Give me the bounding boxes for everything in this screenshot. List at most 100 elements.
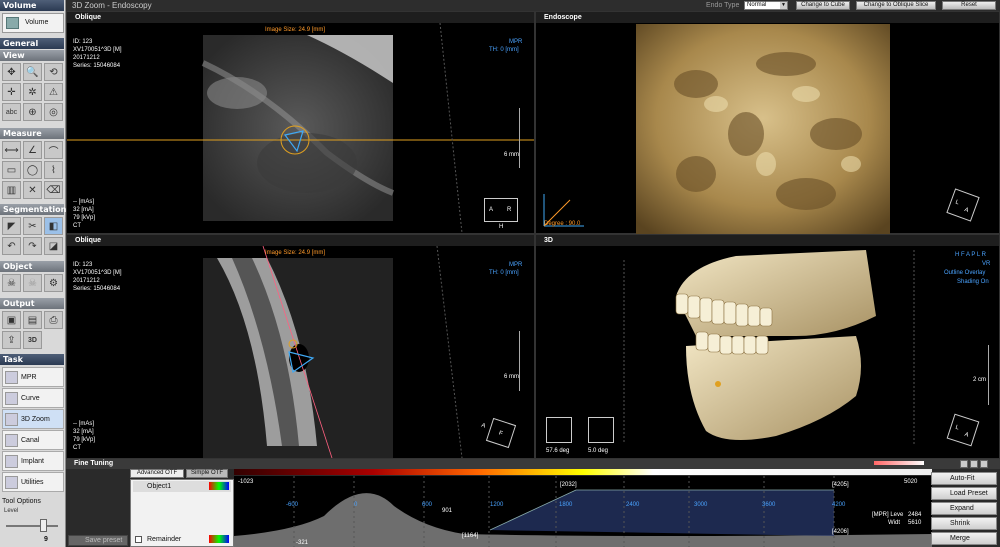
task-utilities[interactable]: Utilities (2, 472, 64, 492)
profile-icon[interactable]: ⌇ (44, 161, 63, 179)
object1-row[interactable]: Object1 (133, 481, 231, 492)
level-value: 9 (44, 536, 48, 543)
warning-icon[interactable]: ⚠ (44, 83, 63, 101)
mpr-level-label: [MPR] Leve (872, 512, 904, 518)
endo-type-select[interactable]: Normal ▼ (744, 1, 788, 10)
volume-section-header[interactable]: Volume (0, 0, 64, 11)
skull-hidden-icon[interactable]: ☠ (23, 274, 42, 292)
level-slider-handle[interactable] (40, 519, 47, 532)
save-image-icon[interactable]: ▤ (23, 311, 42, 329)
remainder-checkbox[interactable] (135, 536, 142, 543)
remainder-color-swatch[interactable] (209, 535, 229, 543)
thickness: TH: 0 [mm] (489, 270, 519, 276)
ruler-icon[interactable]: ⟷ (2, 141, 21, 159)
auto-fit-button[interactable]: Auto-Fit (931, 472, 997, 485)
volume-button[interactable]: Volume (2, 13, 64, 33)
change-to-oblique-button[interactable]: Change to Oblique Slice (856, 1, 936, 10)
view-section-header[interactable]: View (0, 50, 64, 61)
sculpt-icon[interactable]: ◤ (2, 217, 21, 235)
otf-histogram[interactable] (234, 476, 932, 547)
rotate-x-icon[interactable] (546, 417, 572, 443)
load-preset-button[interactable]: Load Preset (931, 487, 997, 500)
erase-icon[interactable]: ⌫ (44, 181, 63, 199)
tab-simple-otf[interactable]: Simple OTF (186, 469, 228, 478)
curve-measure-icon[interactable]: ⌒ (44, 141, 63, 159)
measure-section-header[interactable]: Measure (0, 128, 64, 139)
magnifier-icon[interactable]: ⊕ (23, 103, 42, 121)
close-icon[interactable] (980, 460, 988, 468)
cut-icon[interactable]: ✂ (23, 217, 42, 235)
render-mode: MPR (509, 262, 523, 268)
object-section-header[interactable]: Object (0, 261, 64, 272)
series-number: Series: 15046084 (73, 63, 121, 69)
remainder-row[interactable]: Remainder (133, 534, 231, 545)
histogram-icon[interactable]: ▥ (2, 181, 21, 199)
annotation-icon[interactable]: abc (2, 103, 21, 121)
redo-seg-icon[interactable]: ↷ (23, 237, 42, 255)
dock-icon[interactable] (970, 460, 978, 468)
segmentation-section-header[interactable]: Segmentation (0, 204, 66, 215)
image-size-label: Image Size: 24.9 [mm] (265, 27, 326, 33)
capture-icon[interactable]: ▣ (2, 311, 21, 329)
mas-value: -- [mAs] (73, 421, 94, 427)
oblique-slice-image[interactable] (67, 23, 534, 233)
left-tool-panel: Volume Volume General View ✥ 🔍 ⟲ ✛ ✲ ⚠ a… (0, 0, 66, 547)
fill-icon[interactable]: ◪ (44, 237, 63, 255)
change-to-cube-button[interactable]: Change to Cube (796, 1, 850, 10)
otf-min-label: -1023 (238, 479, 254, 485)
tool-options-label: Tool Options (2, 498, 41, 505)
undo-seg-icon[interactable]: ↶ (2, 237, 21, 255)
zoom-icon[interactable]: 🔍 (23, 63, 42, 81)
tab-advanced-otf[interactable]: Advanced OTF (130, 469, 184, 478)
endoscope-render[interactable] (636, 24, 890, 234)
viewport-endoscope[interactable]: Endoscope Degree : 90.0 L A (535, 11, 1000, 234)
3d-export-icon[interactable]: 3D (23, 331, 42, 349)
viewport-oblique-top[interactable]: Oblique Image Size: 24.9 [mm] ID: 123 XV… (66, 11, 535, 234)
minimize-icon[interactable] (960, 460, 968, 468)
general-section-header[interactable]: General (0, 38, 64, 49)
measure-tools: ⟷ ∠ ⌒ ▭ ◯ ⌇ ▥ ✕ ⌫ (2, 141, 64, 199)
layers-icon[interactable]: ◧ (44, 217, 63, 235)
task-3d-zoom[interactable]: 3D Zoom (2, 409, 64, 429)
window-level-icon[interactable]: ✲ (23, 83, 42, 101)
color-gradient-bar[interactable] (234, 469, 932, 475)
object-settings-icon[interactable]: ⚙ (44, 274, 63, 292)
cube-l-label: L (954, 424, 960, 432)
level-label: Level (4, 508, 19, 514)
viewport-title: Oblique (67, 12, 534, 23)
value-neg321: -321 (296, 540, 309, 546)
export-icon[interactable]: ⇪ (2, 331, 21, 349)
rotate-icon[interactable]: ⟲ (44, 63, 63, 81)
task-canal[interactable]: Canal (2, 430, 64, 450)
task-curve[interactable]: Curve (2, 388, 64, 408)
pan-icon[interactable]: ✥ (2, 63, 21, 81)
tick-2400: 2400 (626, 502, 640, 508)
task-implant[interactable]: Implant (2, 451, 64, 471)
patient-id: ID: 123 (73, 39, 93, 45)
shrink-label: Shrink (950, 520, 970, 527)
skull-icon[interactable]: ☠ (2, 274, 21, 292)
print-icon[interactable]: ⎙ (44, 311, 63, 329)
viewport-oblique-bottom[interactable]: Oblique Image Size: 24.9 [mm] ID: 123 XV… (66, 234, 535, 459)
mini-color-bar[interactable] (874, 461, 924, 465)
task-section-header[interactable]: Task (0, 354, 64, 365)
rotate-y-icon[interactable] (588, 417, 614, 443)
target-icon[interactable]: ◎ (44, 103, 63, 121)
remainder-label: Remainder (147, 536, 182, 543)
merge-button[interactable]: Merge (931, 532, 997, 545)
move-icon[interactable]: ✛ (2, 83, 21, 101)
save-preset-button[interactable]: Save preset (68, 535, 128, 546)
tick-3600: 3600 (762, 502, 776, 508)
area-icon[interactable]: ▭ (2, 161, 21, 179)
output-section-header[interactable]: Output (0, 298, 64, 309)
object1-color-swatch[interactable] (209, 482, 229, 490)
oblique-slice-image-2[interactable] (67, 246, 534, 458)
shrink-button[interactable]: Shrink (931, 517, 997, 530)
viewport-3d[interactable]: 3D H F A P L R VR Outline Overlay Shadin… (535, 234, 1000, 459)
reset-button[interactable]: Reset (942, 1, 996, 10)
expand-button[interactable]: Expand (931, 502, 997, 515)
angle-icon[interactable]: ∠ (23, 141, 42, 159)
task-mpr[interactable]: MPR (2, 367, 64, 387)
ellipse-icon[interactable]: ◯ (23, 161, 42, 179)
point-icon[interactable]: ✕ (23, 181, 42, 199)
